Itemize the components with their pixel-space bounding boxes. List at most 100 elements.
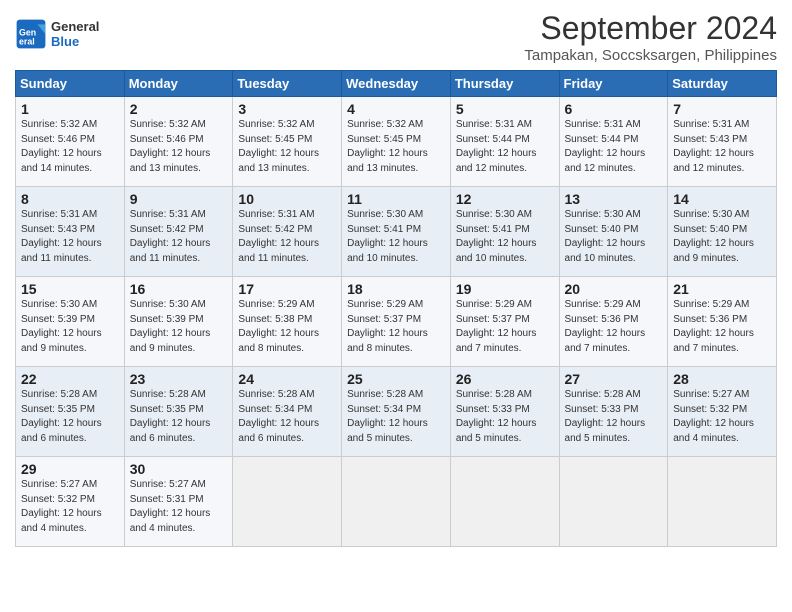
- table-row: 24Sunrise: 5:28 AM Sunset: 5:34 PM Dayli…: [233, 367, 342, 457]
- table-row: 9Sunrise: 5:31 AM Sunset: 5:42 PM Daylig…: [124, 187, 233, 277]
- day-number: 28: [673, 371, 771, 387]
- col-sunday: Sunday: [16, 71, 125, 97]
- day-info: Sunrise: 5:29 AM Sunset: 5:38 PM Dayligh…: [238, 298, 336, 356]
- calendar-week-row: 22 Sunrise: 5:28 AM Sunset: 5:35 PM Dayli…: [16, 367, 777, 457]
- svg-text:eral: eral: [19, 36, 35, 46]
- col-tuesday: Tuesday: [233, 71, 342, 97]
- day-info: Sunrise: 5:32 AM Sunset: 5:46 PM Dayligh…: [21, 118, 119, 176]
- day-number: 12: [456, 191, 554, 207]
- table-row: [559, 457, 668, 547]
- day-info: Sunrise: 5:31 AM Sunset: 5:43 PM Dayligh…: [673, 118, 771, 176]
- day-info: Sunrise: 5:30 AM Sunset: 5:41 PM Dayligh…: [347, 208, 445, 266]
- table-row: 2Sunrise: 5:32 AM Sunset: 5:46 PM Daylig…: [124, 97, 233, 187]
- col-saturday: Saturday: [668, 71, 777, 97]
- day-number: 2: [130, 101, 228, 117]
- day-number: 23: [130, 371, 228, 387]
- table-row: 27Sunrise: 5:28 AM Sunset: 5:33 PM Dayli…: [559, 367, 668, 457]
- day-number: 19: [456, 281, 554, 297]
- day-info: Sunrise: 5:28 AM Sunset: 5:33 PM Dayligh…: [565, 388, 663, 446]
- day-info: Sunrise: 5:30 AM Sunset: 5:40 PM Dayligh…: [673, 208, 771, 266]
- calendar-week-row: 1Sunrise: 5:32 AM Sunset: 5:46 PM Daylig…: [16, 97, 777, 187]
- day-info: Sunrise: 5:32 AM Sunset: 5:46 PM Dayligh…: [130, 118, 228, 176]
- day-number: 30: [130, 461, 228, 477]
- day-number: 3: [238, 101, 336, 117]
- table-row: 20Sunrise: 5:29 AM Sunset: 5:36 PM Dayli…: [559, 277, 668, 367]
- day-info: Sunrise: 5:27 AM Sunset: 5:32 PM Dayligh…: [673, 388, 771, 446]
- day-info: Sunrise: 5:27 AM Sunset: 5:31 PM Dayligh…: [130, 478, 228, 536]
- table-row: 25Sunrise: 5:28 AM Sunset: 5:34 PM Dayli…: [342, 367, 451, 457]
- month-title: September 2024: [524, 10, 777, 47]
- table-row: 26Sunrise: 5:28 AM Sunset: 5:33 PM Dayli…: [450, 367, 559, 457]
- table-row: [668, 457, 777, 547]
- logo-line1: General: [51, 19, 99, 34]
- title-block: September 2024 Tampakan, Soccsksargen, P…: [524, 10, 777, 64]
- day-number: 5: [456, 101, 554, 117]
- day-number: 15: [21, 281, 119, 297]
- col-monday: Monday: [124, 71, 233, 97]
- table-row: 11Sunrise: 5:30 AM Sunset: 5:41 PM Dayli…: [342, 187, 451, 277]
- table-row: 4Sunrise: 5:32 AM Sunset: 5:45 PM Daylig…: [342, 97, 451, 187]
- day-number: 1: [21, 101, 119, 117]
- table-row: [450, 457, 559, 547]
- day-info: Sunrise: 5:30 AM Sunset: 5:39 PM Dayligh…: [130, 298, 228, 356]
- day-number: 22: [21, 371, 119, 387]
- table-row: 10Sunrise: 5:31 AM Sunset: 5:42 PM Dayli…: [233, 187, 342, 277]
- day-info: Sunrise: 5:29 AM Sunset: 5:36 PM Dayligh…: [673, 298, 771, 356]
- day-number: 18: [347, 281, 445, 297]
- day-number: 8: [21, 191, 119, 207]
- day-number: 17: [238, 281, 336, 297]
- day-info: Sunrise: 5:27 AM Sunset: 5:32 PM Dayligh…: [21, 478, 119, 536]
- day-info: Sunrise: 5:31 AM Sunset: 5:42 PM Dayligh…: [238, 208, 336, 266]
- day-info: Sunrise: 5:28 AM Sunset: 5:34 PM Dayligh…: [347, 388, 445, 446]
- table-row: 21Sunrise: 5:29 AM Sunset: 5:36 PM Dayli…: [668, 277, 777, 367]
- day-number: 13: [565, 191, 663, 207]
- day-number: 16: [130, 281, 228, 297]
- calendar-table: Sunday Monday Tuesday Wednesday Thursday…: [15, 70, 777, 547]
- day-number: 4: [347, 101, 445, 117]
- day-number: 6: [565, 101, 663, 117]
- table-row: 3Sunrise: 5:32 AM Sunset: 5:45 PM Daylig…: [233, 97, 342, 187]
- table-row: 17Sunrise: 5:29 AM Sunset: 5:38 PM Dayli…: [233, 277, 342, 367]
- day-number: 27: [565, 371, 663, 387]
- table-row: 19Sunrise: 5:29 AM Sunset: 5:37 PM Dayli…: [450, 277, 559, 367]
- location-title: Tampakan, Soccsksargen, Philippines: [524, 47, 777, 64]
- table-row: 5Sunrise: 5:31 AM Sunset: 5:44 PM Daylig…: [450, 97, 559, 187]
- table-row: 18Sunrise: 5:29 AM Sunset: 5:37 PM Dayli…: [342, 277, 451, 367]
- day-info: Sunrise: 5:31 AM Sunset: 5:44 PM Dayligh…: [456, 118, 554, 176]
- day-info: Sunrise: 5:32 AM Sunset: 5:45 PM Dayligh…: [347, 118, 445, 176]
- logo: Gen eral General Blue: [15, 18, 99, 50]
- table-row: [342, 457, 451, 547]
- day-number: 11: [347, 191, 445, 207]
- day-number: 24: [238, 371, 336, 387]
- day-number: 14: [673, 191, 771, 207]
- day-info: Sunrise: 5:31 AM Sunset: 5:44 PM Dayligh…: [565, 118, 663, 176]
- day-number: 29: [21, 461, 119, 477]
- day-info: Sunrise: 5:31 AM Sunset: 5:43 PM Dayligh…: [21, 208, 119, 266]
- table-row: 29Sunrise: 5:27 AM Sunset: 5:32 PM Dayli…: [16, 457, 125, 547]
- table-row: 22Sunrise: 5:28 AM Sunset: 5:35 PM Dayli…: [16, 367, 125, 457]
- table-row: 6Sunrise: 5:31 AM Sunset: 5:44 PM Daylig…: [559, 97, 668, 187]
- day-info: Sunrise: 5:28 AM Sunset: 5:35 PM Dayligh…: [130, 388, 228, 446]
- calendar-header-row: Sunday Monday Tuesday Wednesday Thursday…: [16, 71, 777, 97]
- calendar-week-row: 8Sunrise: 5:31 AM Sunset: 5:43 PM Daylig…: [16, 187, 777, 277]
- day-info: Sunrise: 5:29 AM Sunset: 5:37 PM Dayligh…: [456, 298, 554, 356]
- day-info: Sunrise: 5:30 AM Sunset: 5:39 PM Dayligh…: [21, 298, 119, 356]
- col-friday: Friday: [559, 71, 668, 97]
- logo-line2: Blue: [51, 34, 99, 49]
- day-info: Sunrise: 5:32 AM Sunset: 5:45 PM Dayligh…: [238, 118, 336, 176]
- table-row: 28Sunrise: 5:27 AM Sunset: 5:32 PM Dayli…: [668, 367, 777, 457]
- table-row: 7Sunrise: 5:31 AM Sunset: 5:43 PM Daylig…: [668, 97, 777, 187]
- logo-icon: Gen eral: [15, 18, 47, 50]
- day-info: Sunrise: 5:29 AM Sunset: 5:37 PM Dayligh…: [347, 298, 445, 356]
- day-number: 21: [673, 281, 771, 297]
- day-number: 9: [130, 191, 228, 207]
- day-number: 26: [456, 371, 554, 387]
- table-row: 1Sunrise: 5:32 AM Sunset: 5:46 PM Daylig…: [16, 97, 125, 187]
- day-info: Sunrise: 5:28 AM Sunset: 5:33 PM Dayligh…: [456, 388, 554, 446]
- day-number: 20: [565, 281, 663, 297]
- calendar-week-row: 29Sunrise: 5:27 AM Sunset: 5:32 PM Dayli…: [16, 457, 777, 547]
- table-row: 15Sunrise: 5:30 AM Sunset: 5:39 PM Dayli…: [16, 277, 125, 367]
- table-row: 12Sunrise: 5:30 AM Sunset: 5:41 PM Dayli…: [450, 187, 559, 277]
- col-thursday: Thursday: [450, 71, 559, 97]
- day-number: 7: [673, 101, 771, 117]
